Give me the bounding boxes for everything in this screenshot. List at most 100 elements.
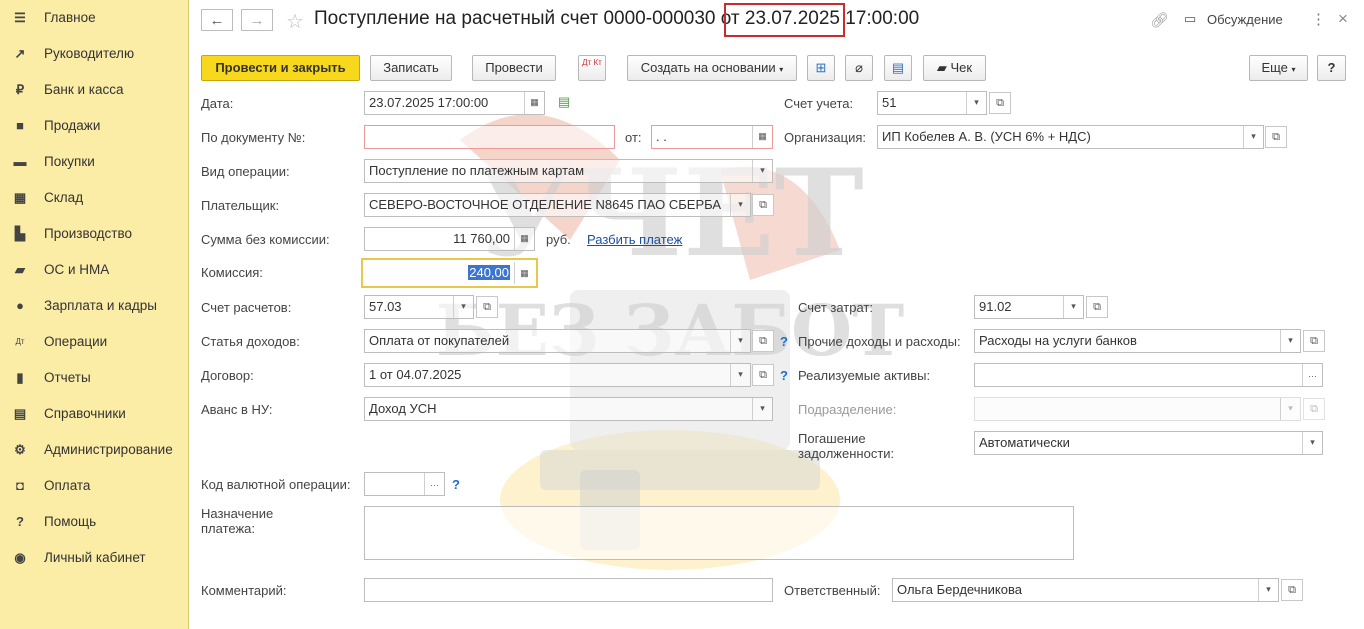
expense-account-field[interactable]: 91.02 ▾ xyxy=(974,295,1084,319)
income-item-field[interactable]: Оплата от покупателей ▾ xyxy=(364,329,751,353)
open-income-item-button[interactable]: ⧉ xyxy=(752,330,774,352)
comment-field[interactable] xyxy=(364,578,773,602)
calendar-icon[interactable]: ▦ xyxy=(752,126,772,148)
structure-button[interactable]: ⊞ xyxy=(807,55,835,81)
responsible-field[interactable]: Ольга Бердечникова ▾ xyxy=(892,578,1279,602)
post-button[interactable]: Провести xyxy=(472,55,556,81)
create-based-on-button[interactable]: Создать на основании ▾ xyxy=(627,55,797,81)
organization-field[interactable]: ИП Кобелев А. В. (УСН 6% + НДС) ▾ xyxy=(877,125,1264,149)
help-button[interactable]: ? xyxy=(1317,55,1346,81)
forward-button[interactable]: → xyxy=(241,9,273,31)
ellipsis-icon[interactable]: … xyxy=(424,473,444,495)
from-date-field[interactable]: . . ▦ xyxy=(651,125,773,149)
commission-field[interactable]: 240,00 ▦ xyxy=(361,258,538,288)
calculator-icon[interactable]: ▦ xyxy=(514,228,534,250)
sidebar-item-admin[interactable]: ⚙ Администрирование xyxy=(0,432,188,468)
calculator-icon[interactable]: ▦ xyxy=(514,262,534,284)
advance-select[interactable]: Доход УСН ▾ xyxy=(364,397,773,421)
chevron-down-icon[interactable]: ▾ xyxy=(1063,296,1083,318)
chevron-down-icon[interactable]: ▾ xyxy=(730,194,750,216)
star-icon[interactable]: ☆ xyxy=(286,9,304,34)
post-and-close-button[interactable]: Провести и закрыть xyxy=(201,55,360,81)
back-button[interactable]: ← xyxy=(201,9,233,31)
open-account-button[interactable]: ⧉ xyxy=(989,92,1011,114)
currency-op-field[interactable]: … xyxy=(364,472,445,496)
split-payment-link[interactable]: Разбить платеж xyxy=(587,232,682,247)
sidebar-item-help[interactable]: ? Помощь xyxy=(0,504,188,540)
sidebar-item-directories[interactable]: ▤ Справочники xyxy=(0,396,188,432)
paperclip-icon: ⌀ xyxy=(855,60,863,75)
sum-field[interactable]: 11 760,00 ▦ xyxy=(364,227,535,251)
responsible-label: Ответственный: xyxy=(784,583,881,598)
other-income-field[interactable]: Расходы на услуги банков ▾ xyxy=(974,329,1301,353)
purpose-textarea[interactable] xyxy=(364,506,1074,560)
assets-field[interactable]: … xyxy=(974,363,1323,387)
open-contract-button[interactable]: ⧉ xyxy=(752,364,774,386)
sidebar-item-salary[interactable]: ● Зарплата и кадры xyxy=(0,288,188,324)
debt-repayment-label: Погашение задолженности: xyxy=(798,431,895,461)
from-date-label: от: xyxy=(625,130,642,145)
division-field: ▾ xyxy=(974,397,1301,421)
chevron-down-icon[interactable]: ▾ xyxy=(730,330,750,352)
assets-help-icon[interactable]: ? xyxy=(780,368,788,383)
open-payer-button[interactable]: ⧉ xyxy=(752,194,774,216)
bar-chart-icon: ▮ xyxy=(16,370,24,385)
chevron-down-icon[interactable]: ▾ xyxy=(730,364,750,386)
docnum-field[interactable] xyxy=(364,125,615,149)
link-icon[interactable]: 🔗︎ xyxy=(1150,11,1169,29)
chevron-down-icon[interactable]: ▾ xyxy=(1243,126,1263,148)
receipt-button[interactable]: ▰ Чек xyxy=(923,55,986,81)
sidebar-item-bank[interactable]: ₽ Банк и касса xyxy=(0,72,188,108)
division-label: Подразделение: xyxy=(798,402,897,417)
open-expense-account-button[interactable]: ⧉ xyxy=(1086,296,1108,318)
chevron-down-icon[interactable]: ▾ xyxy=(1302,432,1322,454)
chevron-down-icon[interactable]: ▾ xyxy=(752,160,772,182)
open-window-icon: ⧉ xyxy=(1093,301,1101,313)
date-field[interactable]: 23.07.2025 17:00:00 ▦ xyxy=(364,91,545,115)
sidebar-item-manager[interactable]: ↗ Руководителю xyxy=(0,36,188,72)
more-button[interactable]: Еще ▾ xyxy=(1249,55,1308,81)
print-button[interactable]: ▤ xyxy=(884,55,912,81)
attach-button[interactable]: ⌀ xyxy=(845,55,873,81)
save-button[interactable]: Записать xyxy=(370,55,452,81)
currency-op-help-icon[interactable]: ? xyxy=(452,477,460,492)
ruble-icon: ₽ xyxy=(15,82,25,97)
sidebar-item-operations[interactable]: Дт Операции xyxy=(0,324,188,360)
sidebar-item-warehouse[interactable]: ▦ Склад xyxy=(0,180,188,216)
discussion-button[interactable]: Обсуждение xyxy=(1207,12,1283,27)
sidebar-item-payment[interactable]: ◘ Оплата xyxy=(0,468,188,504)
open-responsible-button[interactable]: ⧉ xyxy=(1281,579,1303,601)
debt-repayment-select[interactable]: Автоматически ▾ xyxy=(974,431,1323,455)
sidebar-item-assets[interactable]: ▰ ОС и НМА xyxy=(0,252,188,288)
assets-label: Реализуемые активы: xyxy=(798,368,931,383)
chevron-down-icon[interactable]: ▾ xyxy=(752,398,772,420)
dt-kt-button[interactable]: Дт Кт xyxy=(578,55,606,81)
more-menu-icon[interactable]: ⋮ xyxy=(1311,10,1326,28)
dt-kt-icon: Дт Кт xyxy=(582,58,602,67)
open-other-income-button[interactable]: ⧉ xyxy=(1303,330,1325,352)
chevron-down-icon[interactable]: ▾ xyxy=(1258,579,1278,601)
payer-field[interactable]: СЕВЕРО-ВОСТОЧНОЕ ОТДЕЛЕНИЕ N8645 ПАО СБЕ… xyxy=(364,193,751,217)
open-settle-account-button[interactable]: ⧉ xyxy=(476,296,498,318)
optype-select[interactable]: Поступление по платежным картам ▾ xyxy=(364,159,773,183)
sidebar-item-label: Отчеты xyxy=(44,370,91,385)
close-icon[interactable]: × xyxy=(1338,9,1348,29)
chevron-down-icon[interactable]: ▾ xyxy=(1280,330,1300,352)
calendar-icon[interactable]: ▦ xyxy=(524,92,544,114)
sidebar-item-reports[interactable]: ▮ Отчеты xyxy=(0,360,188,396)
ellipsis-icon[interactable]: … xyxy=(1302,364,1322,386)
sidebar-item-purchases[interactable]: ▬ Покупки xyxy=(0,144,188,180)
chevron-down-icon[interactable]: ▾ xyxy=(453,296,473,318)
dt-kt-icon: Дт xyxy=(15,337,25,346)
sidebar-item-account[interactable]: ◉ Личный кабинет xyxy=(0,540,188,576)
date-edit-icon[interactable]: ▤ xyxy=(558,94,570,110)
sidebar-item-production[interactable]: ▙ Производство xyxy=(0,216,188,252)
open-organization-button[interactable]: ⧉ xyxy=(1265,126,1287,148)
account-field[interactable]: 51 ▾ xyxy=(877,91,987,115)
sidebar-item-main[interactable]: ☰ Главное xyxy=(0,0,188,36)
sidebar-item-sales[interactable]: ■ Продажи xyxy=(0,108,188,144)
settle-account-field[interactable]: 57.03 ▾ xyxy=(364,295,474,319)
chevron-down-icon[interactable]: ▾ xyxy=(966,92,986,114)
contract-field[interactable]: 1 от 04.07.2025 ▾ xyxy=(364,363,751,387)
other-income-help-icon[interactable]: ? xyxy=(780,334,788,349)
